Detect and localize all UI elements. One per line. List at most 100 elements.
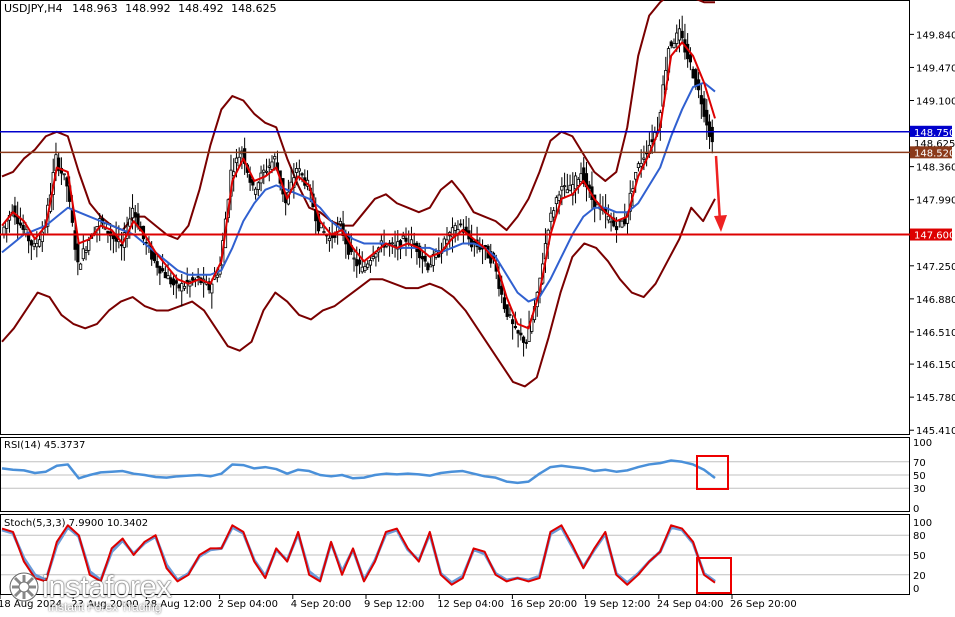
candle-body — [483, 245, 487, 248]
candle-body — [62, 173, 66, 176]
candle-body — [133, 212, 137, 218]
candle-body — [338, 220, 342, 225]
candle-body — [267, 165, 271, 168]
candle-body — [155, 261, 159, 268]
candle-body — [609, 220, 613, 224]
candle-body — [352, 257, 356, 260]
candle-body — [161, 268, 165, 272]
candle-body — [511, 319, 515, 325]
candle-body — [297, 168, 301, 172]
candle-body — [691, 68, 695, 79]
candle-body — [360, 266, 364, 273]
rsi-tick-label: 0 — [913, 504, 919, 515]
candle-body — [459, 223, 463, 226]
candle-body — [18, 222, 23, 226]
y-tick-label: 146.880 — [916, 295, 955, 306]
candle-body — [707, 121, 712, 137]
candle-body — [710, 126, 714, 143]
candle-body — [355, 259, 359, 267]
candle-body — [642, 157, 646, 160]
candle-body — [521, 336, 526, 343]
ohlc-readout: USDJPY,H4 148.963 148.992 148.492 148.62… — [4, 2, 281, 15]
candle-body — [669, 41, 673, 47]
candle-body — [106, 230, 110, 234]
candle-body — [705, 109, 709, 126]
rsi-title: RSI(14) 45.3737 — [4, 440, 86, 451]
candle-body — [562, 185, 567, 188]
candle-body — [76, 243, 80, 263]
candle-body — [368, 260, 373, 266]
candle-body — [502, 297, 507, 310]
y-tick-label: 148.360 — [916, 163, 955, 174]
candle-body — [84, 250, 88, 253]
stoch-tick-label: 100 — [913, 518, 932, 529]
candle-body — [166, 275, 170, 280]
y-tick-label: 147.250 — [916, 262, 955, 273]
candle-body — [688, 54, 692, 63]
candle-body — [565, 189, 569, 194]
candle-body — [300, 173, 304, 176]
candle-body — [614, 226, 619, 231]
candle-body — [2, 226, 6, 236]
instaforex-logo: instaforex Instant Forex Trading — [6, 569, 172, 614]
candle-body — [677, 28, 682, 41]
candle-body — [366, 263, 370, 268]
candle-body — [620, 220, 624, 228]
candle-body — [158, 266, 162, 274]
y-tick-label: 145.780 — [916, 393, 955, 404]
candle-body — [363, 266, 367, 272]
candle-body — [702, 98, 706, 117]
candle-body — [699, 95, 703, 105]
candle-body — [508, 314, 512, 316]
candle-body — [513, 325, 517, 329]
candle-body — [78, 263, 83, 270]
candle-body — [390, 242, 394, 245]
candle-body — [404, 237, 408, 242]
y-tick-label: 146.510 — [916, 328, 955, 339]
candle-body — [450, 227, 455, 238]
rsi-tick-label: 70 — [913, 458, 926, 469]
stoch-tick-label: 0 — [913, 584, 919, 595]
candle-body — [573, 175, 578, 190]
candle-body — [65, 177, 69, 187]
candle-body — [680, 30, 684, 39]
close-value: 148.625 — [231, 2, 277, 15]
candle-body — [273, 156, 277, 160]
stoch-title: Stoch(5,3,3) 7.9900 10.3402 — [4, 518, 149, 529]
candle-body — [524, 342, 528, 344]
candle-body — [327, 237, 332, 242]
candle-body — [549, 212, 553, 223]
candle-body — [426, 263, 430, 271]
candle-body — [215, 274, 219, 278]
candle-body — [21, 224, 25, 230]
candle-body — [505, 304, 509, 317]
stoch-tick-label: 50 — [913, 551, 926, 562]
candle-body — [560, 186, 564, 191]
candle-body — [262, 169, 266, 173]
candle-body — [500, 286, 504, 295]
candle-body — [256, 182, 260, 190]
candle-body — [519, 332, 523, 336]
logo-name: instaforex — [42, 569, 172, 604]
y-tick-label: 149.470 — [916, 63, 955, 74]
candle-body — [623, 218, 627, 225]
candle-body — [374, 253, 378, 258]
candle-body — [130, 207, 135, 219]
logo-tagline: Instant Forex Trading — [48, 600, 162, 614]
candle-body — [119, 244, 124, 247]
candle-body — [322, 231, 326, 233]
candle-body — [516, 330, 520, 334]
x-tick-label: 19 Sep 12:00 — [584, 599, 651, 610]
symbol-label: USDJPY,H4 — [4, 2, 63, 15]
candle-body — [37, 239, 42, 247]
candle-body — [295, 168, 299, 173]
candle-body — [87, 240, 91, 251]
candle-body — [423, 255, 427, 262]
candle-body — [606, 215, 610, 221]
candle-body — [35, 243, 39, 248]
candle-body — [401, 235, 405, 239]
y-tick-label: 149.100 — [916, 97, 955, 108]
candle-body — [163, 272, 167, 279]
rsi-tick-label: 30 — [913, 484, 926, 495]
candle-body — [371, 256, 375, 259]
